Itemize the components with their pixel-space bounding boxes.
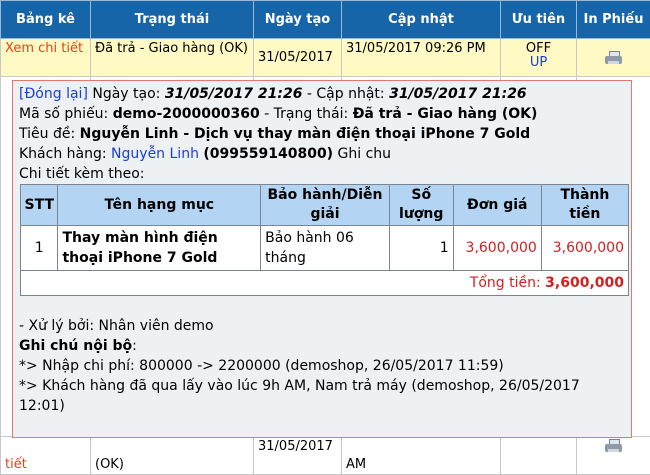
note-item: *> Nhập chi phí: 800000 -> 2200000 (demo… xyxy=(19,356,625,376)
total-row: Tổng tiền: 3,600,000 xyxy=(21,271,629,296)
print-cell xyxy=(577,437,650,475)
total-label: Tổng tiền: xyxy=(470,275,541,291)
title-label: Tiêu đề: xyxy=(19,126,75,142)
created-value: 31/05/2017 21:26 xyxy=(165,86,303,102)
internal-notes-heading: Ghi chú nội bộ: xyxy=(19,336,625,356)
notes-label: Ghi chú nội bộ xyxy=(19,338,132,354)
updated-label: - Cập nhật: xyxy=(307,86,385,102)
attach-label: Chi tiết kèm theo: xyxy=(19,164,625,184)
items-col-price: Đơn giá xyxy=(453,185,541,226)
print-cell xyxy=(577,39,650,77)
item-amount: 3,600,000 xyxy=(541,226,628,271)
item-qty: 1 xyxy=(389,226,453,271)
table-row: Xem chi tiết Đã trả - Giao hàng (OK) 31/… xyxy=(1,39,650,77)
handled-by: - Xử lý bởi: Nhân viên demo xyxy=(19,316,625,336)
row-created: 31/05/2017 xyxy=(254,437,342,475)
ticket-label: Mã số phiếu: xyxy=(19,106,108,122)
printer-icon[interactable] xyxy=(605,439,622,453)
row-updated: AM xyxy=(342,437,501,475)
status-label: - Trạng thái: xyxy=(264,106,348,122)
priority-up-link[interactable]: UP xyxy=(505,56,572,70)
customer-name-link[interactable]: Nguyễn Linh xyxy=(111,146,199,162)
col-ngay-tao[interactable]: Ngày tạo xyxy=(254,1,342,39)
row-status: Đã trả - Giao hàng (OK) xyxy=(91,39,254,77)
close-link[interactable]: [Đóng lại] xyxy=(19,86,88,102)
ticket-value: demo-2000000360 xyxy=(113,106,260,122)
items-col-qty: Số lượng xyxy=(389,185,453,226)
title-value: Nguyễn Linh - Dịch vụ thay màn điện thoạ… xyxy=(80,126,531,142)
row-updated: 31/05/2017 09:26 PM xyxy=(342,39,501,77)
updated-value: 31/05/2017 21:26 xyxy=(389,86,527,102)
note-item: *> Khách hàng đã qua lấy vào lúc 9h AM, … xyxy=(19,376,625,416)
view-detail-link[interactable]: Xem chi tiết xyxy=(1,39,91,77)
priority-state: OFF xyxy=(505,41,572,56)
orders-header-row: Bảng kê Trạng thái Ngày tạo Cập nhật Ưu … xyxy=(1,1,650,39)
row-created: 31/05/2017 xyxy=(254,39,342,77)
customer-label: Khách hàng: xyxy=(19,146,107,162)
ticket-detail-popup: [Đóng lại] Ngày tạo: 31/05/2017 21:26 - … xyxy=(12,80,632,438)
item-name: Thay màn hình điện thoại iPhone 7 Gold xyxy=(58,226,261,271)
items-col-amount: Thành tiền xyxy=(541,185,628,226)
col-bang-ke[interactable]: Bảng kê xyxy=(1,1,91,39)
col-in-phieu[interactable]: In Phiếu xyxy=(577,1,650,39)
items-col-name: Tên hạng mục xyxy=(58,185,261,226)
items-col-warranty: Bảo hành/Diễn giải xyxy=(261,185,390,226)
row-priority: OFF UP xyxy=(501,39,577,77)
created-label: Ngày tạo: xyxy=(92,86,160,102)
printer-icon[interactable] xyxy=(605,51,622,65)
item-price: 3,600,000 xyxy=(453,226,541,271)
row-status: (OK) xyxy=(91,437,254,475)
status-value: Đã trả - Giao hàng (OK) xyxy=(353,106,538,122)
detail-customer: Khách hàng: Nguyễn Linh (099559140800) G… xyxy=(19,144,625,164)
items-col-stt: STT xyxy=(21,185,58,226)
customer-note: Ghi chu xyxy=(338,146,392,162)
item-stt: 1 xyxy=(21,226,58,271)
table-row: 1 Thay màn hình điện thoại iPhone 7 Gold… xyxy=(21,226,629,271)
col-cap-nhat[interactable]: Cập nhật xyxy=(342,1,501,39)
view-detail-link[interactable]: tiết xyxy=(1,437,91,475)
items-header-row: STT Tên hạng mục Bảo hành/Diễn giải Số l… xyxy=(21,185,629,226)
item-warranty: Bảo hành 06 tháng xyxy=(261,226,390,271)
table-row: tiết (OK) 31/05/2017 AM xyxy=(1,437,650,475)
detail-title: Tiêu đề: Nguyễn Linh - Dịch vụ thay màn … xyxy=(19,124,625,144)
customer-phone: (099559140800) xyxy=(203,146,333,162)
detail-dates: [Đóng lại] Ngày tạo: 31/05/2017 21:26 - … xyxy=(19,84,625,104)
total-value: 3,600,000 xyxy=(545,275,624,291)
items-table: STT Tên hạng mục Bảo hành/Diễn giải Số l… xyxy=(20,184,629,296)
detail-ticket: Mã số phiếu: demo-2000000360 - Trạng thá… xyxy=(19,104,625,124)
col-uu-tien[interactable]: Ưu tiên xyxy=(501,1,577,39)
col-trang-thai[interactable]: Trạng thái xyxy=(91,1,254,39)
